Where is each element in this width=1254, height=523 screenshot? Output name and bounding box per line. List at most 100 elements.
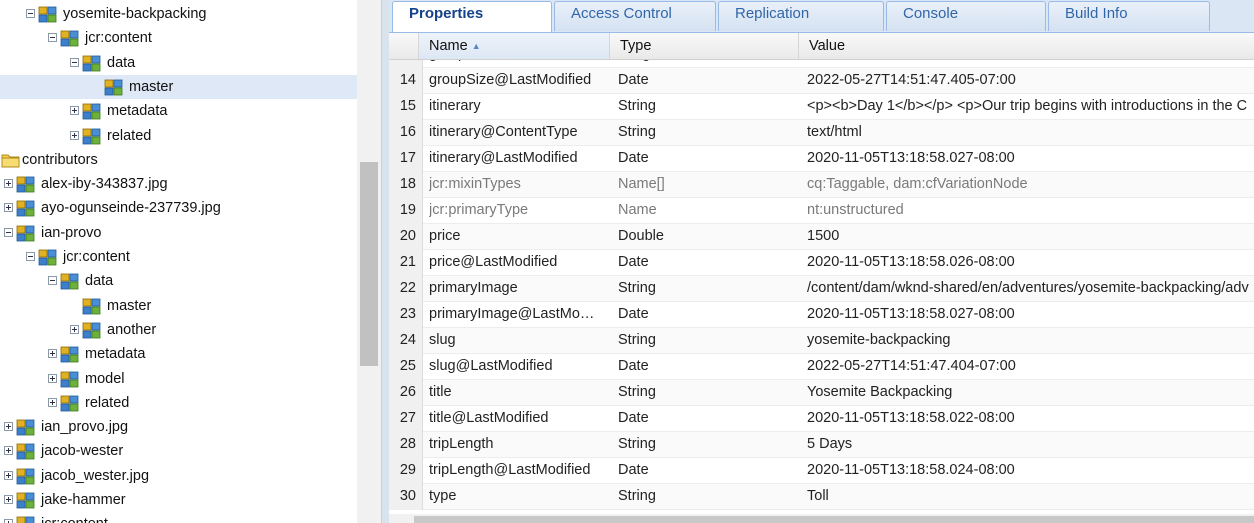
table-row[interactable]: 18 jcr:mixinTypes Name[] cq:Taggable, dam:c… (389, 172, 1254, 198)
expand-icon[interactable] (4, 446, 13, 456)
tree-node[interactable]: alex-iby-343837.jpg (0, 172, 357, 196)
expand-icon[interactable] (48, 349, 57, 359)
table-row[interactable]: 27 title@LastModified Date 2020-11-05T13:18… (389, 406, 1254, 432)
property-type[interactable]: Date (618, 250, 798, 275)
property-type[interactable]: Date (618, 146, 798, 171)
table-row[interactable]: 29 tripLength@LastModified Date 2020-11-05T… (389, 458, 1254, 484)
expand-icon[interactable] (4, 495, 13, 504)
tree-node[interactable]: jacob_wester.jpg (0, 464, 357, 488)
property-value[interactable]: 2022-05-27T14:51:47.405-07:00 (807, 68, 1254, 93)
property-value[interactable]: 2020-11-05T13:18:58.022-08:00 (807, 406, 1254, 431)
expand-icon[interactable] (4, 203, 13, 213)
property-type[interactable]: Double (618, 224, 798, 249)
collapse-icon[interactable] (26, 9, 35, 18)
value-column-header[interactable]: Value (799, 33, 1254, 59)
property-value[interactable]: 12 (807, 60, 1254, 67)
expand-icon[interactable] (4, 470, 13, 480)
collapse-icon[interactable] (26, 252, 35, 261)
table-row[interactable]: 25 slug@LastModified Date 2022-05-27T14:51:… (389, 354, 1254, 380)
property-type[interactable]: Name (618, 198, 798, 223)
property-value[interactable]: yosemite-backpacking (807, 328, 1254, 353)
type-column-header[interactable]: Type (610, 33, 799, 59)
collapse-icon[interactable] (48, 276, 57, 286)
collapse-icon[interactable] (4, 227, 13, 237)
tab-replication[interactable]: Replication (718, 1, 884, 31)
property-name[interactable]: itinerary@ContentType (429, 120, 609, 145)
tree-node[interactable]: model (0, 367, 357, 391)
property-name[interactable]: groupSize (429, 60, 609, 67)
table-row[interactable]: 14 groupSize@LastModified Date 2022-05-27T1… (389, 68, 1254, 94)
expand-icon[interactable] (70, 324, 79, 334)
property-name[interactable]: tripLength@LastModified (429, 458, 609, 483)
property-name[interactable]: title (429, 380, 609, 405)
table-row[interactable]: 30 type String Toll (389, 484, 1254, 510)
tree-node[interactable]: metadata (0, 342, 357, 366)
tree-node[interactable]: jake-hammer (0, 488, 357, 512)
property-name[interactable]: title@LastModified (429, 406, 609, 431)
tab-access-control[interactable]: Access Control (554, 1, 716, 31)
expand-icon[interactable] (48, 397, 57, 407)
tree-node[interactable]: yosemite-backpacking (0, 2, 357, 26)
property-type[interactable]: String (618, 276, 798, 301)
property-name[interactable]: itinerary@LastModified (429, 146, 609, 171)
property-value[interactable]: Yosemite Backpacking (807, 380, 1254, 405)
property-value[interactable]: 2020-11-05T13:18:58.027-08:00 (807, 302, 1254, 327)
table-row[interactable]: 17 itinerary@LastModified Date 2020-11-05T1… (389, 146, 1254, 172)
table-row[interactable]: 19 jcr:primaryType Name nt:unstructured (389, 198, 1254, 224)
property-type[interactable]: Date (618, 354, 798, 379)
tab-build-info[interactable]: Build Info (1048, 1, 1210, 31)
tab-properties[interactable]: Properties (392, 1, 552, 32)
property-type[interactable]: String (618, 432, 798, 457)
table-row[interactable]: 23 primaryImage@LastMo… Date 2020-11-05T13:… (389, 302, 1254, 328)
property-name[interactable]: tripLength (429, 432, 609, 457)
property-type[interactable]: Date (618, 68, 798, 93)
property-type[interactable]: String (618, 484, 798, 509)
tree-node[interactable]: jacob-wester (0, 439, 357, 463)
grid-horizontal-scrollbar[interactable] (389, 514, 1254, 523)
collapse-icon[interactable] (70, 57, 79, 67)
collapse-icon[interactable] (48, 33, 57, 43)
property-value[interactable]: cq:Taggable, dam:cfVariationNode (807, 172, 1254, 197)
property-value[interactable]: /content/dam/wknd-shared/en/adventures/y… (807, 276, 1254, 301)
property-name[interactable]: primaryImage@LastMo… (429, 302, 609, 327)
property-value[interactable]: 2020-11-05T13:18:58.026-08:00 (807, 250, 1254, 275)
property-type[interactable]: String (618, 94, 798, 119)
tree-node[interactable]: jcr:content (0, 245, 357, 269)
property-name[interactable]: itinerary (429, 94, 609, 119)
property-value[interactable]: 2022-05-27T14:51:47.404-07:00 (807, 354, 1254, 379)
tree-node[interactable]: related (0, 391, 357, 415)
tree-node[interactable]: ayo-ogunseinde-237739.jpg (0, 196, 357, 220)
name-column-header[interactable]: Name ▲ (419, 33, 610, 59)
tree-node[interactable]: related (0, 124, 357, 148)
tree-node[interactable]: master (0, 294, 357, 318)
expand-icon[interactable] (4, 422, 13, 432)
table-row[interactable]: 15 itinerary String <p><b>Day 1</b></p> <p>… (389, 94, 1254, 120)
tree-node[interactable]: metadata (0, 99, 357, 123)
property-name[interactable]: price (429, 224, 609, 249)
tab-console[interactable]: Console (886, 1, 1046, 31)
property-type[interactable]: Long (618, 60, 798, 67)
property-value[interactable]: 2020-11-05T13:18:58.027-08:00 (807, 146, 1254, 171)
property-name[interactable]: price@LastModified (429, 250, 609, 275)
table-row[interactable]: 20 price Double 1500 (389, 224, 1254, 250)
property-name[interactable]: primaryImage (429, 276, 609, 301)
expand-icon[interactable] (70, 130, 79, 140)
table-row[interactable]: 22 primaryImage String/content/dam/wknd-sh… (389, 276, 1254, 302)
property-type[interactable]: Date (618, 406, 798, 431)
property-value[interactable]: 1500 (807, 224, 1254, 249)
expand-icon[interactable] (48, 373, 57, 383)
property-type[interactable]: String (618, 328, 798, 353)
expand-icon[interactable] (4, 519, 13, 523)
table-row[interactable]: 24 slug String yosemite-backpacking (389, 328, 1254, 354)
tree-node[interactable]: data (0, 51, 357, 75)
property-name[interactable]: jcr:primaryType (429, 198, 609, 223)
table-row[interactable]: 26 title String Yosemite Backpacking (389, 380, 1254, 406)
tree-node[interactable]: another (0, 318, 357, 342)
property-type[interactable]: Name[] (618, 172, 798, 197)
tree-node[interactable]: ian_provo.jpg (0, 415, 357, 439)
tree-node[interactable]: master (0, 74, 357, 99)
tree-scrollbar[interactable] (357, 0, 381, 523)
property-type[interactable]: String (618, 120, 798, 145)
tree-node[interactable]: jcr:content (0, 26, 357, 50)
tree-node[interactable]: contributors (0, 148, 357, 172)
